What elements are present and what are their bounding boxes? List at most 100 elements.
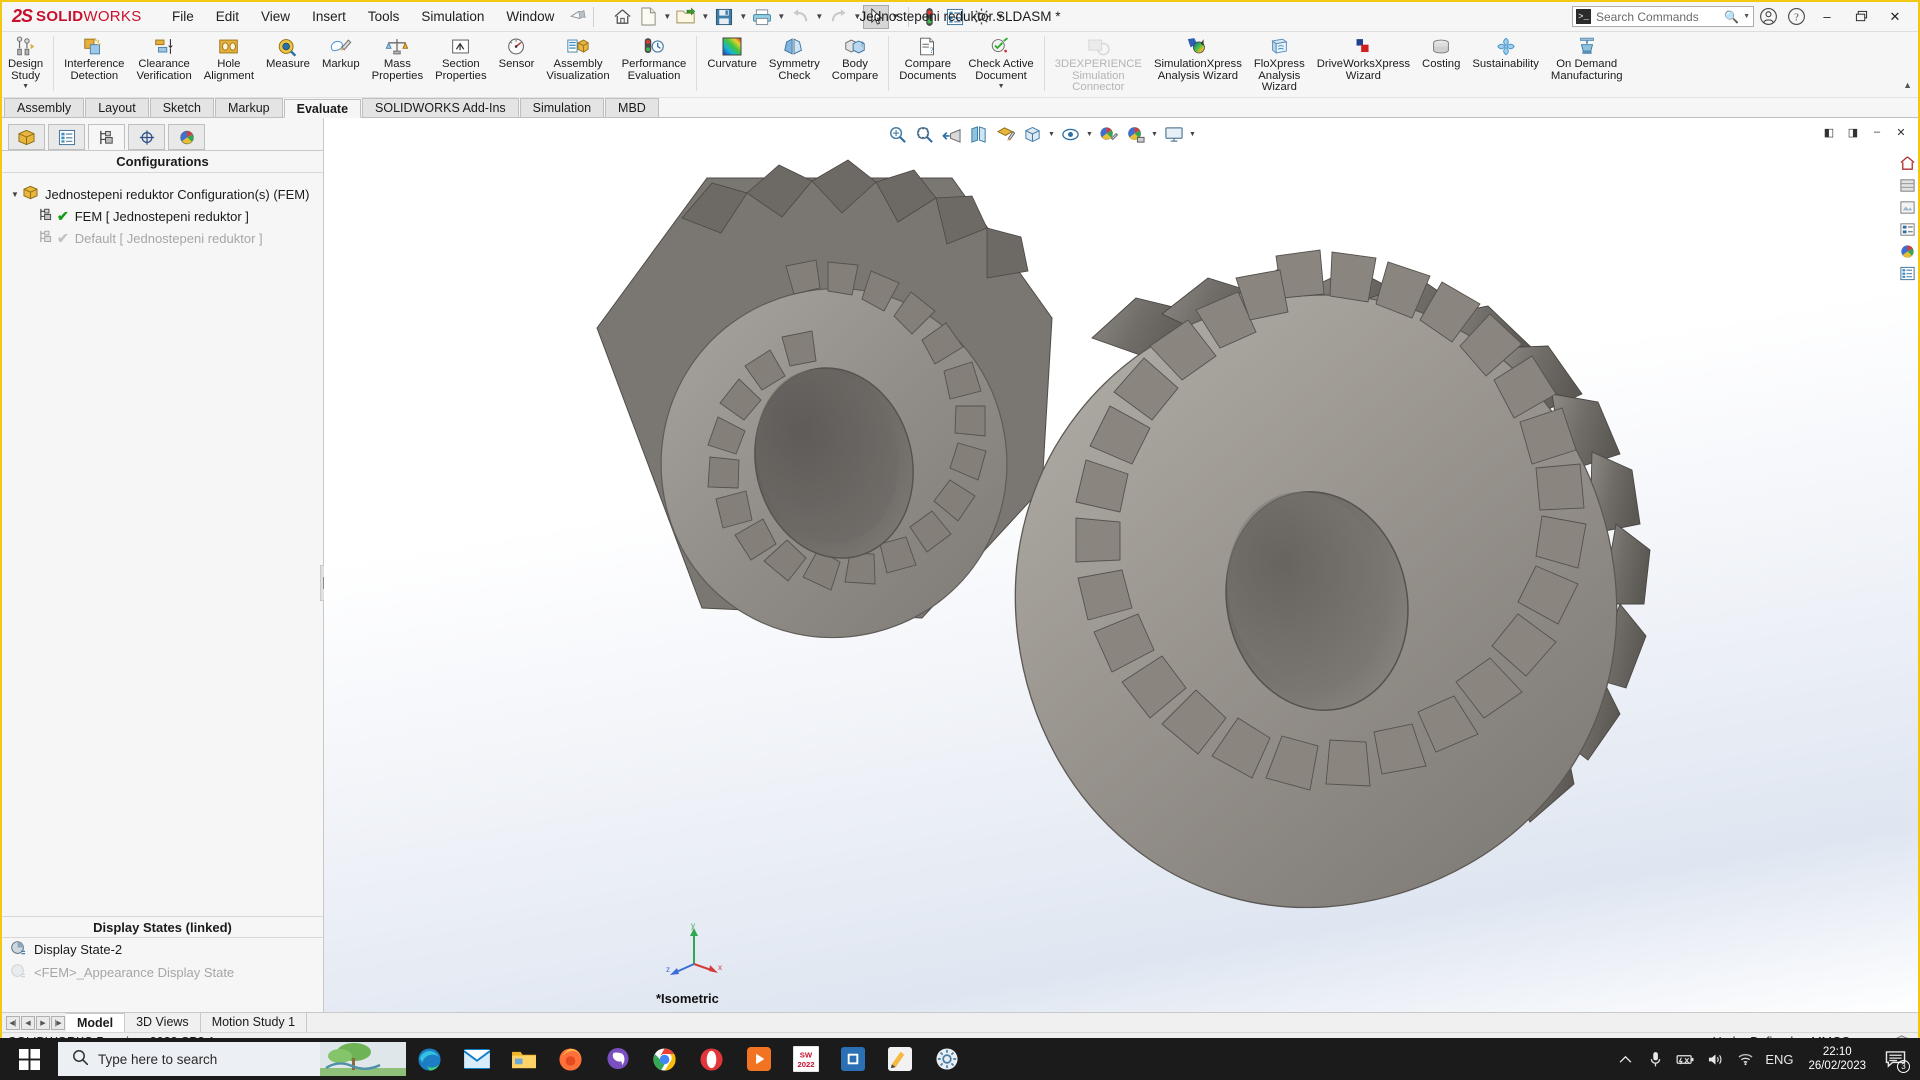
bottom-tab-3d-views[interactable]: 3D Views	[125, 1013, 201, 1032]
redo-icon[interactable]	[825, 5, 851, 29]
language-indicator[interactable]: ENG	[1760, 1038, 1798, 1080]
view-orientation-paint-icon[interactable]	[992, 122, 1019, 146]
apply-scene-icon[interactable]	[1122, 122, 1149, 146]
gear-assembly-model[interactable]	[324, 118, 1918, 1012]
ribbon-sensor[interactable]: Sensor	[493, 32, 541, 71]
previous-view-icon[interactable]	[938, 122, 965, 146]
redo-dropdown-caret[interactable]: ▼	[851, 5, 863, 29]
ribbon-costing[interactable]: Costing	[1416, 32, 1466, 71]
tab-sketch[interactable]: Sketch	[149, 98, 214, 117]
edit-appearance-icon[interactable]	[1095, 122, 1122, 146]
expand-collapse-caret[interactable]: ▼	[8, 190, 22, 199]
display-state-row[interactable]: Display State-2	[2, 938, 323, 961]
taskbar-clock[interactable]: 22:10 26/02/2023	[1798, 1045, 1876, 1073]
search-icon[interactable]: 🔍	[1724, 10, 1739, 24]
tab-solidworks-add-ins[interactable]: SOLIDWORKS Add-Ins	[362, 98, 519, 117]
document-minimize-button[interactable]: –	[1866, 122, 1888, 142]
ribbon-simulationxpress[interactable]: SimulationXpress Analysis Wizard	[1148, 32, 1248, 82]
tree-config-default[interactable]: ✔ Default [ Jednostepeni reduktor ]	[2, 227, 323, 249]
options-gear-icon[interactable]	[968, 5, 994, 29]
open-document-icon[interactable]	[673, 5, 699, 29]
taskbar-search-box[interactable]: Type here to search	[58, 1042, 406, 1076]
ribbon-floxpress[interactable]: FloXpress Analysis Wizard	[1248, 32, 1311, 94]
ribbon-body-compare[interactable]: ? Body Compare	[826, 32, 884, 82]
search-input[interactable]: >_ Search Commands 🔍 ▼	[1572, 6, 1754, 27]
first-tab-button[interactable]: ◀|	[6, 1015, 20, 1030]
tab-mbd[interactable]: MBD	[605, 98, 659, 117]
undo-icon[interactable]	[787, 5, 813, 29]
select-cursor-icon[interactable]	[863, 4, 890, 29]
help-icon[interactable]: ?	[1782, 5, 1810, 29]
rebuild-icon[interactable]	[916, 5, 942, 29]
minimize-button[interactable]: –	[1810, 3, 1844, 31]
close-button[interactable]: ✕	[1878, 3, 1912, 31]
next-tab-button[interactable]: ▶	[36, 1015, 50, 1030]
taskbar-app-media-player[interactable]	[735, 1038, 782, 1080]
taskbar-app-solidworks-2022[interactable]: SW 2022	[782, 1038, 829, 1080]
view-orientation-icon[interactable]	[1019, 122, 1046, 146]
pin-icon[interactable]	[567, 4, 590, 28]
view-orientation-dropdown-caret[interactable]: ▼	[1046, 122, 1057, 146]
new-document-dropdown-caret[interactable]: ▼	[661, 5, 673, 29]
ribbon-interference-detection[interactable]: Interference Detection	[58, 32, 130, 82]
new-document-icon[interactable]	[635, 5, 661, 29]
taskbar-app-viber[interactable]	[594, 1038, 641, 1080]
ribbon-design-study[interactable]: Design Study ▼	[2, 32, 49, 90]
tab-simulation[interactable]: Simulation	[519, 98, 605, 117]
ribbon-sustainability[interactable]: Sustainability	[1466, 32, 1545, 71]
start-button[interactable]	[0, 1038, 58, 1080]
ribbon-compare-documents[interactable]: ? Compare Documents	[893, 32, 962, 82]
ribbon-check-active-document[interactable]: Check Active Document ▼	[962, 32, 1039, 90]
menu-item-tools[interactable]: Tools	[357, 5, 411, 28]
ribbon-hole-alignment[interactable]: Hole Alignment	[198, 32, 260, 82]
ribbon-curvature[interactable]: Curvature	[701, 32, 763, 71]
taskbar-app-google-chrome[interactable]	[641, 1038, 688, 1080]
taskbar-app-mail[interactable]	[453, 1038, 500, 1080]
tab-evaluate[interactable]: Evaluate	[283, 99, 362, 118]
ribbon-mass-properties[interactable]: Mass Properties	[366, 32, 430, 82]
appearances-icon[interactable]	[1898, 176, 1917, 195]
display-manager-tab[interactable]	[168, 124, 205, 150]
taskbar-app-microsoft-edge[interactable]	[406, 1038, 453, 1080]
bottom-tab-motion-study[interactable]: Motion Study 1	[201, 1013, 308, 1032]
ribbon-measure[interactable]: Measure	[260, 32, 316, 71]
bottom-tab-model[interactable]: Model	[66, 1013, 126, 1032]
tab-layout[interactable]: Layout	[85, 98, 149, 117]
print-icon[interactable]	[749, 5, 775, 29]
save-dropdown-caret[interactable]: ▼	[737, 5, 749, 29]
display-style-dropdown-caret[interactable]: ▼	[1084, 122, 1095, 146]
view-settings-icon[interactable]	[1160, 122, 1187, 146]
ribbon-driveworksxpress[interactable]: DriveWorksXpress Wizard	[1311, 32, 1416, 82]
graphics-area[interactable]: ▼ ▼ ▼ ▼ ◧ ◨ – ✕ y z x *Isometric	[324, 118, 1918, 1012]
lights-cameras-icon[interactable]	[1898, 242, 1917, 261]
taskbar-app-file-explorer[interactable]	[500, 1038, 547, 1080]
taskbar-app-settings-gear[interactable]	[923, 1038, 970, 1080]
ribbon-assembly-visualization[interactable]: Assembly Visualization	[540, 32, 615, 82]
feature-manager-tab[interactable]	[8, 124, 45, 150]
ribbon-clearance-verification[interactable]: Clearance Verification	[130, 32, 197, 82]
ribbon-on-demand-manufacturing[interactable]: On Demand Manufacturing	[1545, 32, 1629, 82]
prev-tab-button[interactable]: ◀	[21, 1015, 35, 1030]
ribbon-collapse-caret[interactable]: ▲	[1903, 80, 1912, 90]
taskbar-app-opera[interactable]	[688, 1038, 735, 1080]
save-icon[interactable]	[711, 5, 737, 29]
ribbon-performance-evaluation[interactable]: Performance Evaluation	[616, 32, 693, 82]
property-manager-tab[interactable]	[48, 124, 85, 150]
last-tab-button[interactable]: |▶	[51, 1015, 65, 1030]
wifi-icon[interactable]	[1730, 1038, 1760, 1080]
options-dropdown-caret[interactable]: ▼	[994, 5, 1006, 29]
tree-config-fem[interactable]: ✔ FEM [ Jednostepeni reduktor ]	[2, 205, 323, 227]
menu-item-window[interactable]: Window	[495, 5, 565, 28]
tree-root-row[interactable]: ▼ Jednostepeni reduktor Configuration(s)…	[2, 183, 323, 205]
menu-item-file[interactable]: File	[161, 5, 205, 28]
document-close-button[interactable]: ✕	[1890, 122, 1912, 142]
search-dropdown-caret[interactable]: ▼	[1743, 13, 1750, 20]
custom-properties-icon[interactable]	[1898, 264, 1917, 283]
configuration-manager-tab[interactable]	[88, 124, 125, 150]
notification-center-icon[interactable]: 3	[1876, 1038, 1914, 1080]
check-active-document-dropdown-caret[interactable]: ▼	[998, 83, 1005, 90]
show-hidden-icons-chevron[interactable]	[1610, 1038, 1640, 1080]
taskbar-app-editor[interactable]	[876, 1038, 923, 1080]
design-study-dropdown-caret[interactable]: ▼	[22, 83, 29, 90]
view-home-icon[interactable]	[1898, 154, 1917, 173]
